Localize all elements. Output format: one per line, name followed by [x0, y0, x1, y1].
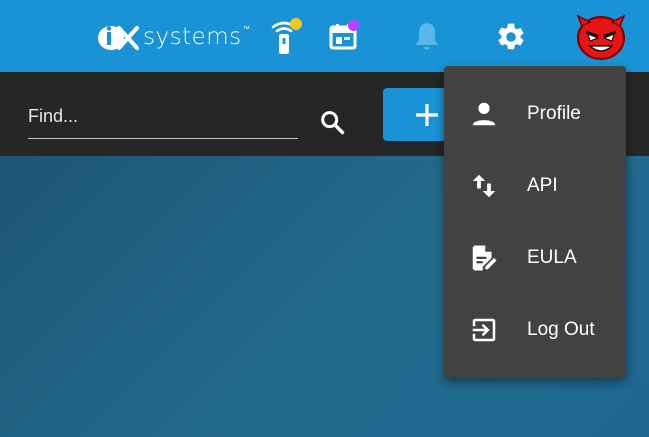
search-field[interactable]	[28, 100, 298, 139]
menu-item-api[interactable]: API	[444, 150, 626, 222]
menu-label-eula: EULA	[527, 247, 577, 268]
user-avatar[interactable]	[576, 14, 626, 60]
gear-icon[interactable]	[494, 18, 528, 56]
top-bar: systems ™	[0, 0, 649, 72]
user-menu: Profile API EULA Log Out	[444, 66, 626, 378]
file-document-edit-icon	[468, 242, 500, 274]
menu-label-api: API	[527, 175, 558, 196]
status-dot-purple	[348, 20, 359, 31]
menu-label-logout: Log Out	[527, 319, 595, 340]
menu-item-logout[interactable]: Log Out	[444, 294, 626, 366]
truecommand-remote-icon[interactable]	[268, 18, 302, 56]
menu-item-profile[interactable]: Profile	[444, 78, 626, 150]
menu-label-profile: Profile	[527, 103, 581, 124]
menu-item-eula[interactable]: EULA	[444, 222, 626, 294]
status-dot-yellow	[290, 18, 302, 30]
logo-text: systems	[143, 24, 242, 50]
bell-icon[interactable]	[410, 18, 444, 56]
search-icon[interactable]	[318, 108, 346, 136]
jobs-calendar-icon[interactable]	[326, 18, 360, 56]
person-icon	[468, 98, 500, 130]
exit-to-app-icon	[468, 314, 500, 346]
ixsystems-logo[interactable]: systems ™	[97, 20, 250, 54]
search-input[interactable]	[28, 100, 298, 127]
ix-logo-mark	[97, 20, 141, 54]
swap-vertical-icon	[468, 170, 500, 202]
logo-trademark: ™	[242, 26, 250, 33]
plus-icon	[415, 103, 439, 127]
